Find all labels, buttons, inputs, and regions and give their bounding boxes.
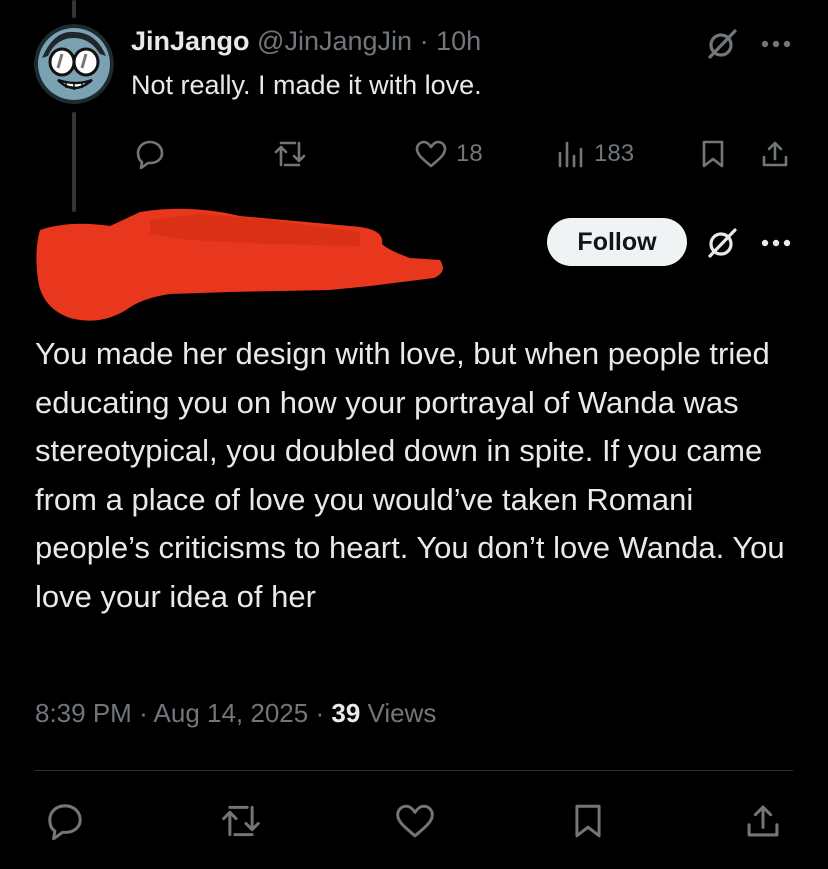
heart-icon — [414, 139, 448, 169]
share-icon — [760, 139, 790, 169]
views-icon — [556, 139, 586, 169]
post-time[interactable]: 8:39 PM — [35, 698, 132, 728]
post-repost-button[interactable] — [220, 796, 262, 846]
reply-action-bar: 18 183 — [131, 134, 795, 174]
post-date[interactable]: Aug 14, 2025 — [154, 698, 309, 728]
reply-icon — [135, 139, 165, 169]
more-icon[interactable] — [760, 38, 794, 50]
reply-reply-button[interactable] — [135, 134, 165, 174]
main-top-icons — [704, 225, 794, 261]
reply-text: Not really. I made it with love. — [131, 70, 482, 100]
post-text: You made her design with love, but when … — [35, 336, 785, 614]
thread-line — [72, 112, 76, 212]
meta-separator: · — [139, 698, 148, 728]
reply-separator: · — [419, 26, 429, 56]
post-views-label: Views — [367, 698, 437, 728]
reply-bookmark-button[interactable] — [700, 134, 726, 174]
reply-header: JinJango @JinJangJin · 10h — [131, 26, 481, 57]
redacted-author — [30, 200, 450, 330]
post-like-button[interactable] — [394, 796, 436, 846]
reply-time[interactable]: 10h — [436, 26, 481, 56]
reply-views-count: 183 — [594, 140, 635, 167]
reply-icon — [46, 802, 84, 840]
share-icon — [744, 802, 782, 840]
bookmark-icon — [700, 139, 726, 169]
reply-handle[interactable]: @JinJangJin — [257, 26, 412, 56]
repost-icon — [273, 139, 307, 169]
post-meta: 8:39 PM · Aug 14, 2025 · 39 Views — [35, 698, 436, 729]
grok-icon[interactable] — [704, 225, 740, 261]
grok-icon[interactable] — [704, 26, 740, 62]
reply-like-button[interactable]: 18 — [414, 134, 483, 174]
post-action-bar — [0, 796, 828, 846]
reply-repost-button[interactable] — [273, 134, 307, 174]
post-bookmark-button[interactable] — [572, 796, 604, 846]
repost-icon — [220, 802, 262, 840]
bookmark-icon — [572, 802, 604, 840]
divider — [35, 770, 793, 771]
reply-share-button[interactable] — [760, 134, 790, 174]
follow-button[interactable]: Follow — [547, 218, 687, 266]
thread-line-top — [72, 0, 76, 18]
post-share-button[interactable] — [744, 796, 782, 846]
reply-display-name[interactable]: JinJango — [131, 26, 250, 56]
post-views-count: 39 — [331, 698, 361, 728]
meta-separator: · — [315, 698, 325, 728]
reply-avatar[interactable] — [34, 24, 114, 104]
reply-views-button[interactable]: 183 — [556, 134, 634, 174]
reply-top-icons — [704, 26, 794, 62]
heart-icon — [394, 802, 436, 840]
more-icon[interactable] — [760, 237, 794, 249]
reply-like-count: 18 — [456, 140, 483, 167]
post-reply-button[interactable] — [46, 796, 84, 846]
